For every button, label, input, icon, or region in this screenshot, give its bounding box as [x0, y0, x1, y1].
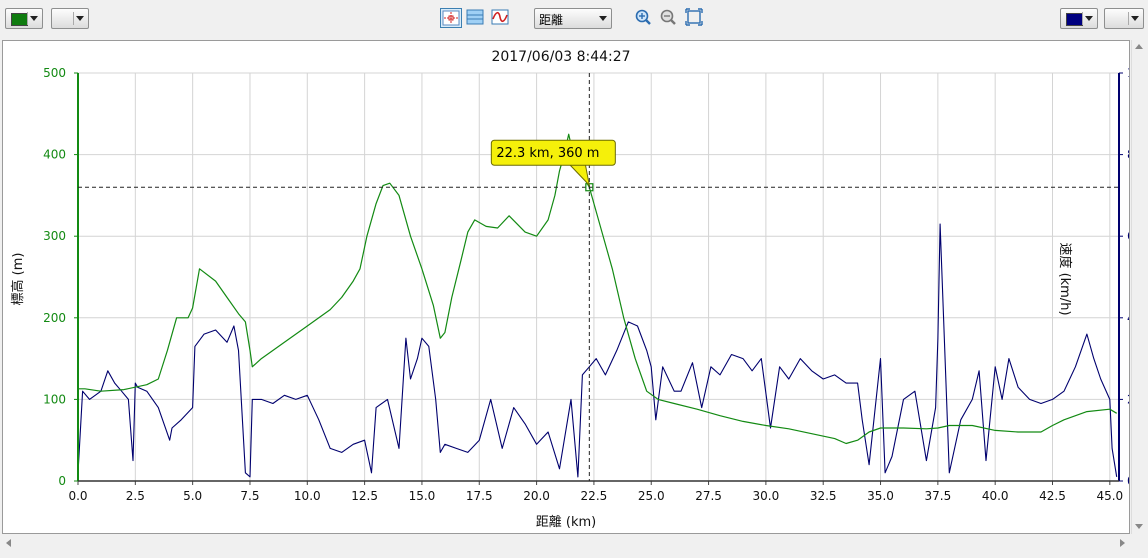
axis-ticks: 0.0 2.5 5.0 7.5 10.0 12.5 15.0 17.5 20.0 22.5 25.0… — [43, 66, 1148, 503]
x-axis-label: 距離 (km) — [536, 515, 596, 530]
x-tick-label: 17.5 — [466, 489, 493, 503]
y-left-tick-label: 500 — [43, 66, 66, 80]
x-tick-label: 12.5 — [351, 489, 378, 503]
chart-svg[interactable]: 0.0 2.5 5.0 7.5 10.0 12.5 15.0 17.5 20.0 22.5 25.0… — [3, 41, 1148, 533]
fit-icon — [685, 8, 703, 26]
y-right-tick-label: 60 — [1127, 229, 1129, 243]
right-series-color-picker[interactable] — [1060, 8, 1098, 29]
zoom-in-button[interactable] — [633, 8, 655, 28]
x-tick-label: 0.0 — [68, 489, 87, 503]
wave-icon — [491, 9, 509, 25]
y-left-tick-label: 200 — [43, 311, 66, 325]
toolbar: 距離 — [0, 0, 1148, 38]
x-tick-label: 15.0 — [409, 489, 436, 503]
y-right-tick-label: 0 — [1127, 474, 1129, 488]
y-left-tick-label: 300 — [43, 229, 66, 243]
x-tick-label: 7.5 — [240, 489, 259, 503]
y-right-tick-label: 80 — [1127, 148, 1129, 162]
chevron-down-icon — [1131, 16, 1139, 21]
elevation-series-line — [78, 133, 1118, 445]
crosshair-icon — [442, 10, 460, 26]
scroll-up-icon[interactable] — [1135, 44, 1143, 49]
left-series-color-picker[interactable] — [5, 8, 43, 29]
x-tick-label: 27.5 — [695, 489, 722, 503]
y-left-tick-label: 100 — [43, 392, 66, 406]
x-axis-select-value: 距離 — [539, 13, 564, 27]
x-tick-label: 35.0 — [867, 489, 894, 503]
chevron-down-icon — [599, 16, 607, 21]
x-tick-label: 10.0 — [294, 489, 321, 503]
right-color-swatch — [1066, 13, 1083, 26]
x-tick-label: 37.5 — [924, 489, 951, 503]
x-tick-label: 42.5 — [1039, 489, 1066, 503]
x-tick-label: 30.0 — [753, 489, 780, 503]
y-right-tick-label: 20 — [1127, 392, 1129, 406]
crosshair-tooltip: 22.3 km, 360 m — [490, 139, 616, 187]
zoom-in-icon — [635, 9, 651, 25]
y-right-tick-label: 100 — [1127, 66, 1129, 80]
axes — [77, 73, 1120, 482]
y-left-axis-label: 標高 (m) — [10, 253, 26, 306]
crosshair — [78, 73, 1119, 481]
grid — [78, 72, 1119, 481]
y-right-axis-label: 速度 (km/h) — [1057, 242, 1073, 315]
y-left-tick-label: 0 — [58, 474, 66, 488]
x-tick-label: 40.0 — [982, 489, 1009, 503]
scroll-left-icon[interactable] — [6, 539, 11, 547]
x-tick-label: 32.5 — [810, 489, 837, 503]
x-tick-label: 20.0 — [523, 489, 550, 503]
vertical-scrollbar[interactable] — [1131, 40, 1146, 534]
horizontal-scrollbar[interactable] — [2, 535, 1130, 551]
x-tick-label: 22.5 — [581, 489, 608, 503]
y-left-tick-label: 400 — [43, 148, 66, 162]
left-series-style-picker[interactable] — [51, 8, 89, 29]
split-view-button[interactable] — [465, 8, 487, 28]
x-tick-label: 2.5 — [126, 489, 145, 503]
right-series-style-picker[interactable] — [1104, 8, 1144, 29]
zoom-out-button[interactable] — [658, 8, 680, 28]
chevron-down-icon — [30, 16, 38, 21]
chevron-down-icon — [1085, 16, 1093, 21]
y-right-tick-label: 40 — [1127, 311, 1129, 325]
x-tick-label: 45.0 — [1096, 489, 1123, 503]
crosshair-tool-button[interactable] — [440, 8, 462, 28]
panels-icon — [466, 9, 484, 25]
x-tick-label: 5.0 — [183, 489, 202, 503]
fit-view-button[interactable] — [684, 8, 706, 28]
chart-title: 2017/06/03 8:44:27 — [491, 49, 630, 65]
chart-panel[interactable]: 0.0 2.5 5.0 7.5 10.0 12.5 15.0 17.5 20.0 22.5 25.0… — [2, 40, 1148, 534]
smoothing-button[interactable] — [490, 8, 512, 28]
x-axis-select[interactable]: 距離 — [534, 8, 612, 29]
chevron-down-icon — [76, 16, 84, 21]
tooltip-pointer — [568, 163, 591, 187]
x-tick-label: 25.0 — [638, 489, 665, 503]
series-layer — [77, 133, 1118, 478]
scroll-down-icon[interactable] — [1135, 524, 1143, 529]
zoom-out-icon — [660, 9, 676, 25]
scroll-right-icon[interactable] — [1120, 539, 1125, 547]
tooltip-text: 22.3 km, 360 m — [496, 146, 599, 161]
speed-series-line — [77, 223, 1118, 478]
left-color-swatch — [11, 13, 28, 26]
